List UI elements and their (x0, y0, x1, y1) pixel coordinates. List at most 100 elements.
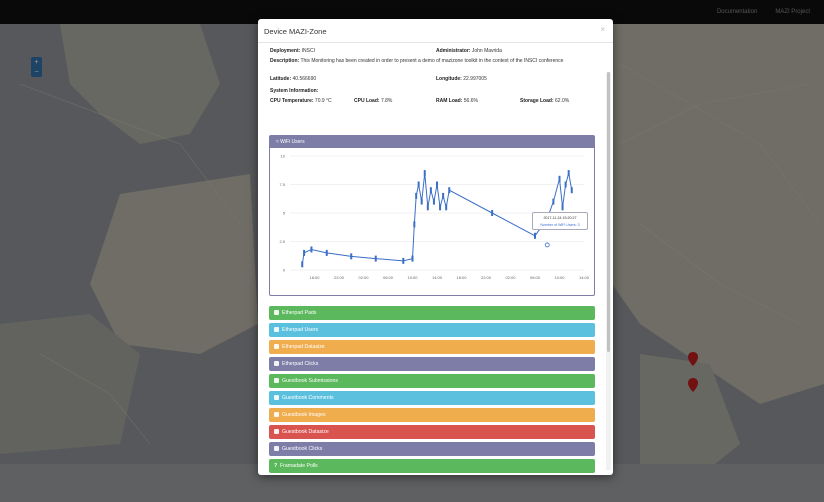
data-point (402, 257, 405, 264)
data-point (411, 255, 414, 262)
device-modal: Device MAZI-Zone × Deployment: INSCI Adm… (258, 19, 613, 475)
x-tick-label: 10:00 (407, 275, 418, 280)
x-tick-label: 02:00 (505, 275, 516, 280)
data-point (432, 198, 435, 205)
data-point (445, 204, 448, 211)
data-point (534, 232, 536, 239)
section-label: Guestbook Datasize (282, 429, 329, 435)
latitude-info: Latitude: 40.566690 (270, 76, 317, 82)
data-point (567, 170, 570, 177)
x-tick-label: 06:00 (383, 275, 394, 280)
close-icon[interactable]: × (600, 25, 605, 34)
book-icon (274, 377, 279, 383)
x-tick-label: 14:00 (579, 275, 590, 280)
wifi-users-chart: 0 2.5 5 7.5 10 18:00 22:00 02:00 06:00 10:00 14:00… (270, 148, 594, 295)
cpu-load-info: CPU Load: 7.8% (354, 98, 393, 104)
wifi-icon: ≈ (276, 139, 279, 145)
section-label: Framadate Polls (280, 463, 318, 469)
section-label: Guestbook Clicks (282, 446, 323, 452)
x-tick-label: 14:00 (432, 275, 443, 280)
data-point (552, 198, 555, 205)
data-point (417, 181, 420, 188)
x-tick-label: 18:00 (309, 275, 320, 280)
administrator-info: Administrator: John Mavrida (436, 48, 502, 54)
tooltip-date: 2017-11-24 15:20:27 (543, 216, 577, 220)
y-tick-label: 10 (281, 154, 286, 159)
y-tick-label: 2.5 (279, 239, 285, 244)
section-framadate-polls[interactable]: ? Framadate Polls (269, 459, 595, 473)
section-label: Guestbook Submissions (282, 378, 338, 384)
data-point (374, 255, 377, 262)
wifi-users-header[interactable]: ≈ WiFi Users (270, 136, 594, 148)
data-point (413, 221, 416, 228)
data-point (350, 253, 353, 260)
modal-scrollbar[interactable] (606, 72, 611, 470)
book-icon (274, 445, 279, 451)
highlighted-point (544, 242, 550, 248)
book-icon (274, 428, 279, 434)
section-guestbook-comments[interactable]: Guestbook Comments (269, 391, 595, 405)
scrollbar-thumb[interactable] (607, 72, 610, 352)
data-point (303, 249, 306, 256)
x-tick-label: 10:00 (554, 275, 565, 280)
data-point (420, 198, 423, 205)
section-label: Etherpad Clicks (282, 361, 319, 367)
data-point (491, 210, 494, 216)
square-icon (274, 309, 279, 315)
square-icon (274, 326, 279, 332)
data-point (423, 170, 426, 177)
x-tick-label: 18:00 (456, 275, 467, 280)
data-point (415, 192, 418, 199)
book-icon (274, 394, 279, 400)
data-point (564, 181, 567, 188)
data-point (310, 246, 313, 253)
wifi-users-title: WiFi Users (280, 139, 305, 145)
description-info: Description: This Monitoring has been cr… (270, 58, 564, 64)
section-etherpad-clicks[interactable]: Etherpad Clicks (269, 357, 595, 371)
data-point (570, 187, 573, 194)
ram-load-info: RAM Load: 56.6% (436, 98, 478, 104)
deployment-info: Deployment: INSCI (270, 48, 316, 54)
x-tick-label: 22:00 (481, 275, 492, 280)
y-tick-label: 0 (283, 268, 286, 273)
data-point (426, 204, 429, 211)
wifi-users-panel: ≈ WiFi Users 0 2.5 5 7.5 10 18:00 22:00 02:00 06… (269, 135, 595, 296)
section-label: Etherpad Datasize (282, 344, 325, 350)
section-label: Etherpad Pads (282, 310, 317, 316)
data-point (429, 187, 432, 194)
data-point (301, 261, 304, 268)
y-tick-label: 5 (283, 211, 286, 216)
modal-title: Device MAZI-Zone (264, 27, 327, 36)
section-guestbook-datasize[interactable]: Guestbook Datasize (269, 425, 595, 439)
data-point (325, 249, 328, 256)
modal-header: Device MAZI-Zone × (258, 19, 613, 43)
data-point (436, 181, 438, 188)
section-etherpad-pads[interactable]: Etherpad Pads (269, 306, 595, 320)
x-tick-label: 06:00 (530, 275, 541, 280)
section-label: Guestbook Comments (282, 395, 334, 401)
square-icon (274, 343, 279, 349)
longitude-info: Longitude: 22.997005 (436, 76, 487, 82)
section-label: Etherpad Users (282, 327, 319, 333)
chart-tooltip: 2017-11-24 15:20:27 Number of WiFi Users… (532, 212, 588, 230)
data-point (442, 192, 445, 199)
modal-body: Deployment: INSCI Administrator: John Ma… (258, 44, 613, 475)
section-etherpad-datasize[interactable]: Etherpad Datasize (269, 340, 595, 354)
section-guestbook-submissions[interactable]: Guestbook Submissions (269, 374, 595, 388)
data-point (439, 204, 442, 211)
data-point (448, 187, 451, 194)
section-label: Guestbook Images (282, 412, 326, 418)
square-icon (274, 360, 279, 366)
x-tick-label: 22:00 (334, 275, 345, 280)
cpu-temperature-info: CPU Temperature: 70.9 °C (270, 98, 332, 104)
section-guestbook-images[interactable]: Guestbook Images (269, 408, 595, 422)
x-tick-label: 02:00 (358, 275, 369, 280)
data-point (561, 204, 564, 211)
tooltip-text: Number of WiFi Users: 3 (540, 223, 580, 227)
book-icon (274, 411, 279, 417)
section-guestbook-clicks[interactable]: Guestbook Clicks (269, 442, 595, 456)
section-etherpad-users[interactable]: Etherpad Users (269, 323, 595, 337)
storage-load-info: Storage Load: 62.0% (520, 98, 570, 104)
data-point (558, 175, 561, 182)
y-tick-label: 7.5 (279, 182, 285, 187)
